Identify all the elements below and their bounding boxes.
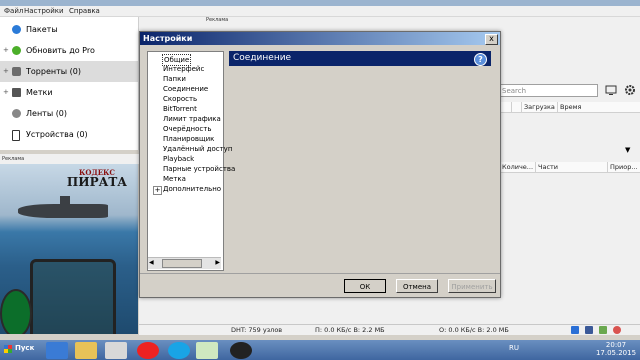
ad-label: Реклама (0, 154, 140, 164)
sidebar-item-label: Торренты (0) (26, 67, 81, 76)
torrent-list-header: Загрузка Время (499, 102, 640, 113)
menu-help[interactable]: Справка (69, 6, 100, 16)
explorer-taskbar-icon[interactable] (75, 342, 97, 359)
dialog-title-bar[interactable]: Настройки x (140, 32, 500, 45)
bundle-icon (12, 25, 21, 34)
expand-icon[interactable]: + (3, 61, 9, 82)
ad-label-top: Реклама (206, 17, 229, 23)
column-header-time[interactable]: Время (557, 102, 597, 112)
tree-item-playback[interactable]: Playback (163, 154, 194, 164)
status-upload: О: 0.0 КБ/с В: 2.0 МБ (439, 326, 509, 334)
settings-dialog: Настройки x Общие Интерфейс Папки Соедин… (139, 31, 501, 298)
tree-item-traffic-limit[interactable]: Лимит трафика (163, 114, 221, 124)
tree-item-label[interactable]: Метка (163, 174, 186, 184)
settings-tree: Общие Интерфейс Папки Соединение Скорост… (147, 51, 235, 271)
files-list-header: Количе... Части Приор... (499, 162, 640, 173)
start-button[interactable]: Пуск (0, 340, 42, 360)
clock[interactable]: 20:07 17.05.2015 (594, 341, 638, 357)
ad-banner[interactable]: КОДЕКС ПИРАТА (0, 164, 138, 334)
status-dht: DHT: 759 узлов (231, 326, 283, 334)
recorder-taskbar-icon[interactable] (230, 342, 252, 359)
skype-taskbar-icon[interactable] (168, 342, 190, 359)
apply-button[interactable]: Применить (448, 279, 496, 293)
collapse-icon[interactable]: ▼ (625, 146, 630, 154)
search-input[interactable]: Search (499, 84, 598, 97)
status-download: П: 0.0 КБ/с В: 2.2 МБ (315, 326, 385, 334)
clock-time: 20:07 (605, 341, 627, 349)
cancel-button[interactable]: Отмена (396, 279, 438, 293)
column-header-priority[interactable]: Приор... (607, 162, 640, 172)
status-bar: DHT: 759 узлов П: 0.0 КБ/с В: 2.2 МБ О: … (139, 324, 640, 335)
ok-button[interactable]: ОК (344, 279, 386, 293)
sidebar-item-label: Обновить до Pro (26, 46, 95, 55)
tree-item-advanced[interactable]: Дополнительно (163, 184, 221, 194)
detail-toolbar: ▼ (499, 144, 640, 160)
windows-logo-icon (4, 345, 12, 353)
sidebar-item-label: Метки (26, 88, 53, 97)
sidebar-item-labels[interactable]: + Метки (0, 82, 138, 103)
panel-title: Соединение (233, 53, 292, 63)
tree-item-paired-devices[interactable]: Парные устройства (163, 164, 235, 174)
scrollbar-thumb[interactable] (162, 259, 202, 268)
column-header-pieces[interactable]: Части (535, 162, 607, 172)
sidebar-item-torrents[interactable]: + Торренты (0) (0, 61, 138, 82)
tree-item-interface[interactable]: Интерфейс (163, 64, 204, 74)
label-icon (12, 88, 21, 97)
menu-bar: Файл Настройки Справка (0, 6, 640, 17)
scroll-right-icon[interactable]: ▶ (215, 259, 220, 266)
media-taskbar-icon[interactable] (105, 342, 127, 359)
sidebar-item-feeds[interactable]: Ленты (0) (0, 103, 138, 124)
opera-taskbar-icon[interactable] (137, 342, 159, 359)
tree-item-bittorrent[interactable]: BitTorrent (163, 104, 197, 114)
clock-date: 17.05.2015 (595, 349, 637, 357)
sidebar-item-upgrade[interactable]: + Обновить до Pro (0, 40, 138, 61)
dialog-separator (140, 273, 500, 274)
sidebar-item-devices[interactable]: Устройства (0) (0, 124, 138, 145)
tree-expand-icon[interactable]: + (153, 186, 162, 195)
devices-icon (12, 130, 20, 141)
submarine-image (18, 204, 108, 218)
column-header-empty[interactable] (511, 102, 521, 112)
tree-item-speed[interactable]: Скорость (163, 94, 197, 104)
start-label: Пуск (15, 344, 35, 352)
ie-taskbar-icon[interactable] (46, 342, 68, 359)
sidebar-item-bundles[interactable]: Пакеты (0, 19, 138, 40)
tree-item-connection[interactable]: Соединение (163, 84, 208, 94)
sidebar-item-label: Ленты (0) (26, 109, 68, 118)
torrents-icon (12, 67, 21, 76)
twitter-icon[interactable] (571, 326, 579, 334)
column-header-download[interactable]: Загрузка (521, 102, 557, 112)
upgrade-icon (12, 46, 21, 55)
dialog-title: Настройки (143, 34, 193, 43)
sidebar: Пакеты + Обновить до Pro + Торренты (0) … (0, 17, 139, 150)
cockpit-image (30, 259, 116, 334)
radar-image (0, 289, 32, 334)
expand-icon[interactable]: + (3, 82, 9, 103)
help-icon[interactable]: ? (474, 53, 487, 66)
gear-icon[interactable] (624, 84, 636, 96)
android-icon[interactable] (599, 326, 607, 334)
menu-settings[interactable]: Настройки (24, 6, 64, 16)
column-header-count[interactable]: Количе... (499, 162, 535, 172)
panel-header: Соединение ? (229, 51, 491, 66)
ad-brand-line2: ПИРАТА (66, 175, 128, 189)
tree-item-remote[interactable]: Удалённый доступ (163, 144, 232, 154)
submarine-tower-image (60, 196, 70, 206)
sidebar-item-label: Устройства (0) (26, 130, 88, 139)
expand-icon[interactable]: + (3, 40, 9, 61)
scroll-left-icon[interactable]: ◀ (149, 259, 154, 266)
warning-icon[interactable] (613, 326, 621, 334)
tree-item-queueing[interactable]: Очерёдность (163, 124, 211, 134)
monitor-icon[interactable] (605, 84, 617, 96)
utorrent-taskbar-icon[interactable] (196, 342, 218, 359)
language-indicator[interactable]: RU (509, 344, 519, 352)
feeds-icon (12, 109, 21, 118)
sidebar-item-label: Пакеты (26, 25, 58, 34)
menu-file[interactable]: Файл (4, 6, 23, 16)
facebook-icon[interactable] (585, 326, 593, 334)
close-button[interactable]: x (485, 34, 498, 45)
tree-item-folders[interactable]: Папки (163, 74, 186, 84)
tree-item-scheduler[interactable]: Планировщик (163, 134, 214, 144)
